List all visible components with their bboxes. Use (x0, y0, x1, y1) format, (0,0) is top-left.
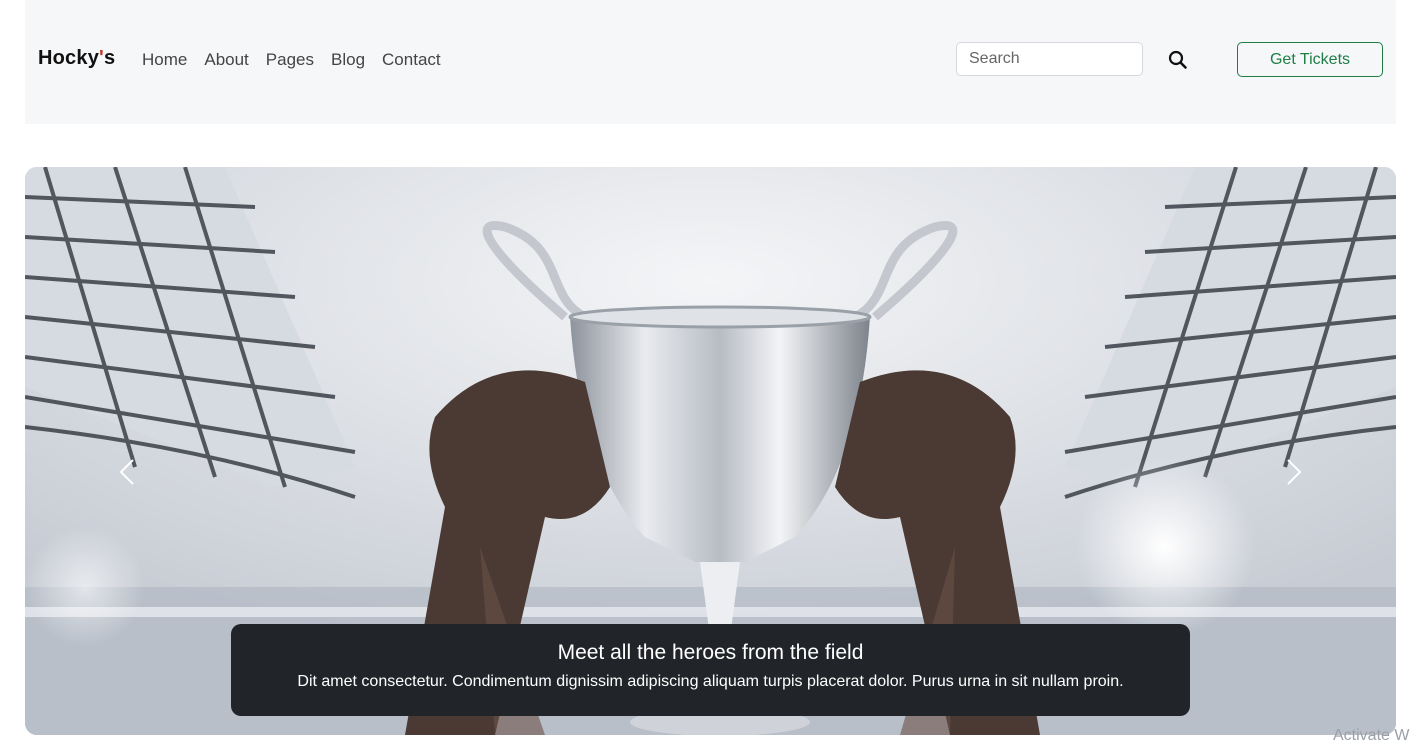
search-button[interactable] (1166, 48, 1190, 72)
nav-link-home[interactable]: Home (142, 50, 187, 70)
nav-link-contact[interactable]: Contact (382, 50, 441, 70)
activation-watermark: Activate W (1333, 727, 1410, 744)
chevron-left-icon (119, 459, 134, 485)
nav-link-pages[interactable]: Pages (266, 50, 314, 70)
brand-logo[interactable]: Hocky's (38, 47, 115, 70)
hero-carousel: Meet all the heroes from the field Dit a… (25, 167, 1396, 735)
carousel-caption: Meet all the heroes from the field Dit a… (231, 624, 1190, 716)
caption-text: Dit amet consectetur. Condimentum dignis… (297, 673, 1124, 690)
chevron-right-icon (1287, 459, 1302, 485)
nav-link-blog[interactable]: Blog (331, 50, 365, 70)
brand-suffix: s (104, 47, 116, 69)
carousel-prev-button[interactable] (113, 457, 143, 487)
nav-links: Home About Pages Blog Contact (142, 50, 441, 70)
navbar: Hocky's Home About Pages Blog Contact Ge… (25, 0, 1396, 124)
get-tickets-button[interactable]: Get Tickets (1237, 42, 1383, 77)
search-icon (1168, 50, 1187, 69)
search-input[interactable] (956, 42, 1143, 76)
caption-title: Meet all the heroes from the field (557, 641, 864, 664)
brand-name: Hocky (38, 47, 100, 69)
carousel-next-button[interactable] (1278, 457, 1308, 487)
nav-link-about[interactable]: About (204, 50, 248, 70)
